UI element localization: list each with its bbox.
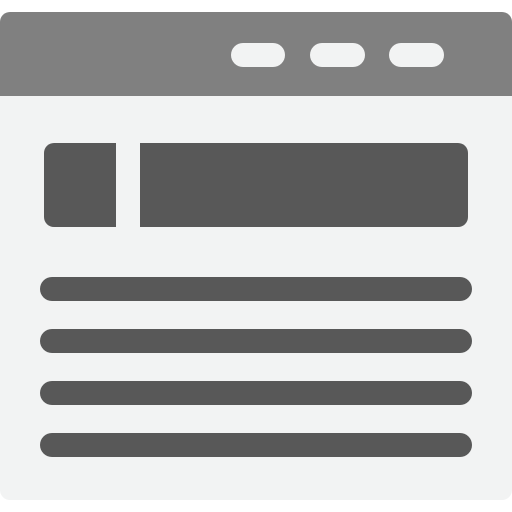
page-content xyxy=(0,96,512,500)
window-control-1[interactable] xyxy=(231,43,285,67)
window-titlebar xyxy=(0,12,512,96)
browser-window xyxy=(0,12,512,500)
web-page-layout-icon xyxy=(0,0,512,512)
text-line-placeholder xyxy=(40,433,472,457)
banner-segment-left xyxy=(44,143,116,227)
text-line-placeholder xyxy=(40,329,472,353)
text-line-placeholder xyxy=(40,277,472,301)
window-control-2[interactable] xyxy=(310,43,365,67)
banner-segment-right xyxy=(140,143,468,227)
text-line-placeholder xyxy=(40,381,472,405)
window-control-3[interactable] xyxy=(389,43,444,67)
